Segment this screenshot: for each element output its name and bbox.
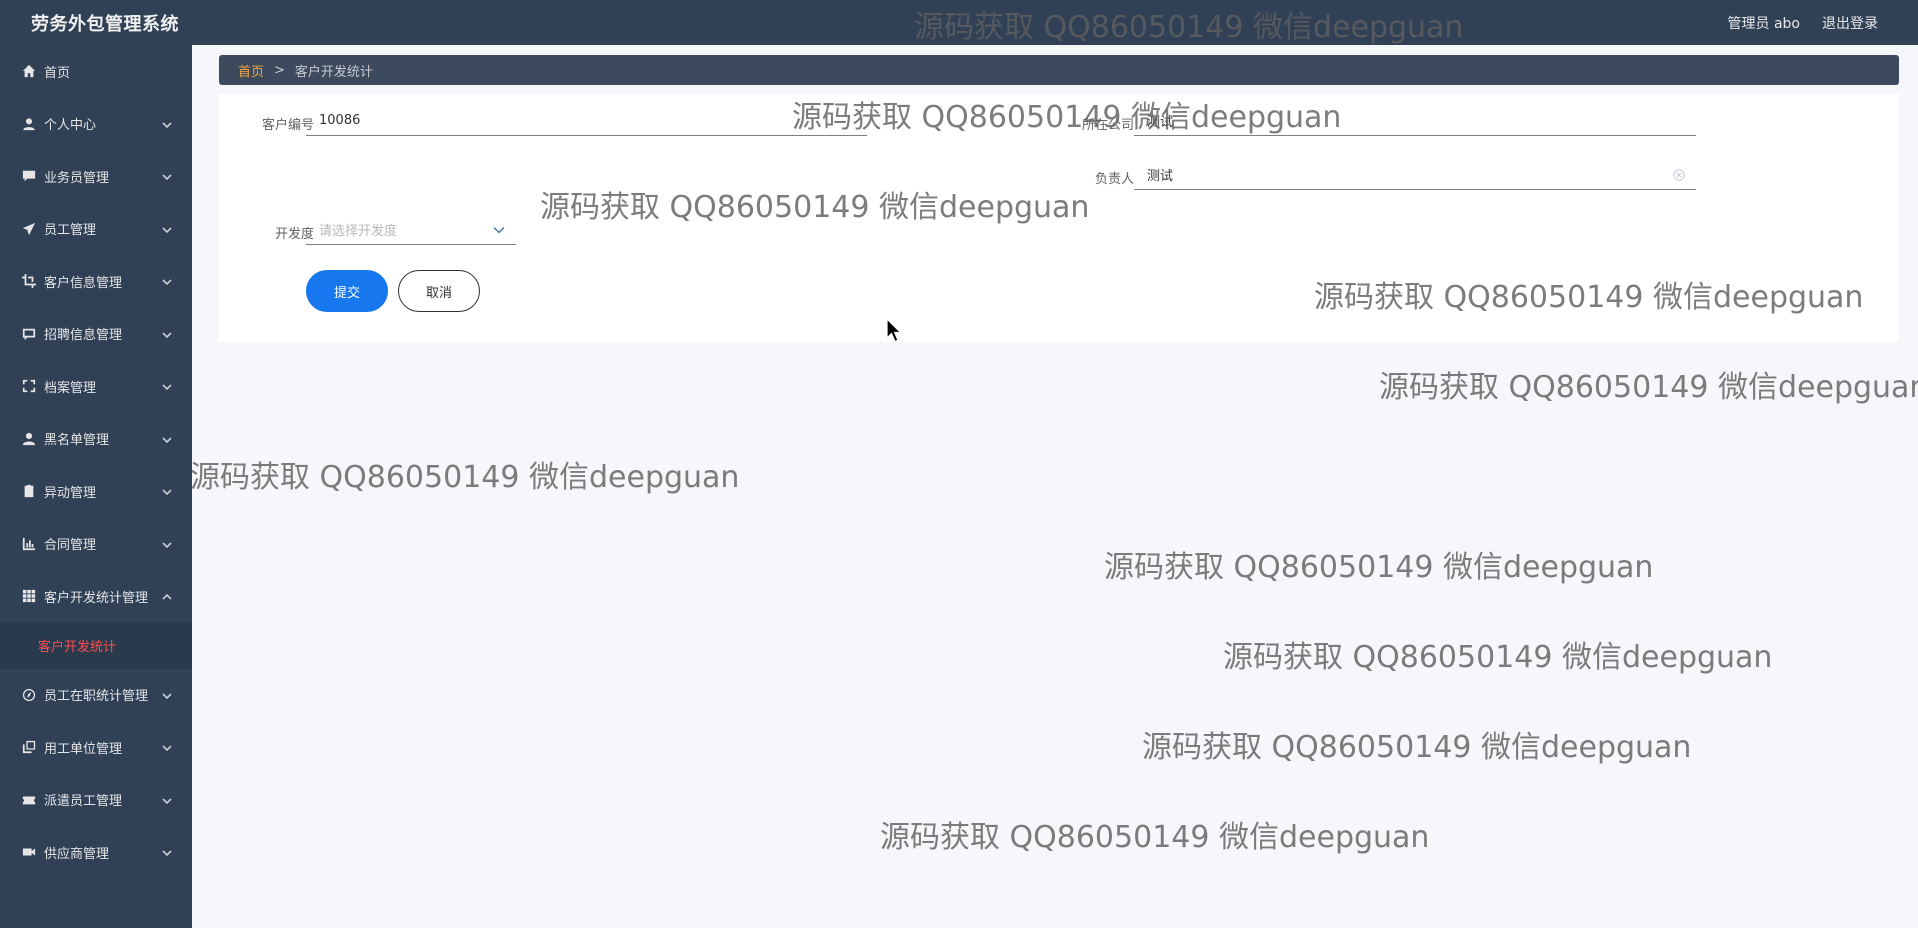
dev-degree-placeholder: 请选择开发度: [319, 224, 398, 239]
user-icon: [22, 117, 36, 131]
breadcrumb-separator: >: [274, 62, 285, 78]
chevron-down-icon: [162, 171, 172, 181]
dev-degree-select[interactable]: 请选择开发度: [306, 215, 516, 245]
sidebar-item-label: 供应商管理: [44, 846, 110, 862]
sidebar-item-label: 业务员管理: [44, 170, 110, 186]
clear-circle-icon[interactable]: [1672, 168, 1686, 182]
watermark-text: 源码获取 QQ86050149 微信deepguan: [1223, 640, 1773, 675]
mouse-cursor-icon: [886, 318, 902, 343]
sidebar-item-contract[interactable]: 合同管理: [0, 518, 192, 571]
sidebar-item-salesman[interactable]: 业务员管理: [0, 150, 192, 203]
chevron-down-icon: [162, 329, 172, 339]
breadcrumb-home-link[interactable]: 首页: [238, 61, 264, 80]
sidebar-item-dispatch[interactable]: 派遣员工管理: [0, 774, 192, 827]
sidebar-item-label: 员工在职统计管理: [44, 689, 149, 705]
sidebar-subitem-customer-dev-stats[interactable]: 客户开发统计: [0, 622, 192, 669]
sidebar-item-label: 员工管理: [44, 223, 97, 239]
sidebar-item-label: 首页: [44, 65, 71, 81]
sidebar-item-employee[interactable]: 员工管理: [0, 203, 192, 256]
chat-icon: [22, 169, 36, 183]
watermark-text: 源码获取 QQ86050149 微信deepguan: [1379, 370, 1918, 405]
watermark-text: 源码获取 QQ86050149 微信deepguan: [190, 460, 740, 495]
top-right-actions: 管理员 abo 退出登录: [1728, 13, 1878, 33]
customer-dev-form: 客户编号 10086 所在公司 测试 负责人 测试 开发度 请选择开发度 提交 …: [219, 94, 1899, 342]
chevron-down-icon: [162, 742, 172, 752]
dev-degree-label: 开发度: [274, 227, 314, 242]
customer-no-field[interactable]: 10086: [306, 106, 867, 136]
chevron-down-icon: [162, 224, 172, 234]
crop-icon: [22, 274, 36, 289]
sidebar-item-employer-unit[interactable]: 用工单位管理: [0, 721, 192, 774]
sidebar-item-label: 个人中心: [44, 118, 97, 134]
sidebar-item-label: 合同管理: [44, 538, 97, 554]
chevron-down-icon: [492, 223, 506, 237]
breadcrumb: 首页 > 客户开发统计: [219, 55, 1899, 85]
chevron-up-icon: [162, 591, 172, 601]
chevron-down-icon: [162, 539, 172, 549]
copy-icon: [22, 740, 36, 754]
owner-field[interactable]: 测试: [1134, 160, 1696, 190]
person-icon: [22, 432, 36, 446]
submit-button[interactable]: 提交: [306, 270, 388, 312]
sidebar-item-archive[interactable]: 档案管理: [0, 360, 192, 413]
send-icon: [22, 222, 36, 236]
chevron-down-icon: [162, 276, 172, 286]
sidebar-item-label: 用工单位管理: [44, 741, 123, 757]
home-icon: [22, 64, 36, 78]
chevron-down-icon: [162, 434, 172, 444]
owner-value: 测试: [1147, 169, 1174, 184]
sidebar-item-label: 客户信息管理: [44, 275, 123, 291]
sidebar-item-personal-center[interactable]: 个人中心: [0, 98, 192, 151]
cancel-button[interactable]: 取消: [398, 270, 480, 312]
chevron-down-icon: [162, 795, 172, 805]
sidebar-item-employee-stats[interactable]: 员工在职统计管理: [0, 669, 192, 722]
clipboard-icon: [22, 484, 36, 498]
grid-icon: [22, 589, 36, 603]
sidebar-item-label: 客户开发统计管理: [44, 590, 149, 606]
chevron-down-icon: [162, 381, 172, 391]
camera-icon: [22, 845, 36, 859]
breadcrumb-current: 客户开发统计: [294, 64, 373, 80]
sidebar-item-customer-dev-stats[interactable]: 客户开发统计管理: [0, 570, 192, 623]
watermark-text: 源码获取 QQ86050149 微信deepguan: [880, 820, 1430, 855]
chevron-down-icon: [162, 690, 172, 700]
sidebar-item-label: 招聘信息管理: [44, 328, 123, 344]
sidebar-item-customer-info[interactable]: 客户信息管理: [0, 255, 192, 308]
sidebar-nav: 首页 个人中心 业务员管理 员工管理 客户信息管理 招聘信息管理 档案管理 黑名…: [0, 45, 192, 928]
sidebar-item-home[interactable]: 首页: [0, 45, 192, 98]
watermark-text: 源码获取 QQ86050149 微信deepguan: [1104, 550, 1654, 585]
company-field[interactable]: 测试: [1134, 106, 1696, 136]
chevron-down-icon: [162, 119, 172, 129]
customer-no-label: 客户编号: [261, 118, 314, 133]
sidebar-item-label: 档案管理: [44, 380, 97, 396]
logout-link[interactable]: 退出登录: [1822, 13, 1878, 33]
sidebar-item-label: 黑名单管理: [44, 433, 110, 449]
top-header-bar: 劳务外包管理系统 管理员 abo 退出登录: [0, 0, 1918, 45]
sidebar-item-label: 异动管理: [44, 485, 97, 501]
sidebar-item-supplier[interactable]: 供应商管理: [0, 826, 192, 879]
app-title: 劳务外包管理系统: [31, 14, 179, 35]
sidebar-item-blacklist[interactable]: 黑名单管理: [0, 413, 192, 466]
ticket-icon: [22, 793, 36, 807]
message-icon: [22, 327, 36, 341]
company-label: 所在公司: [1081, 118, 1134, 133]
compass-icon: [22, 688, 36, 702]
current-user-label[interactable]: 管理员 abo: [1728, 13, 1800, 33]
chart-icon: [22, 537, 36, 551]
watermark-text: 源码获取 QQ86050149 微信deepguan: [1142, 730, 1692, 765]
sidebar-item-transfer[interactable]: 异动管理: [0, 465, 192, 518]
chevron-down-icon: [162, 847, 172, 857]
fullscreen-icon: [22, 379, 36, 393]
sidebar-subitem-label: 客户开发统计: [38, 640, 117, 655]
owner-label: 负责人: [1094, 172, 1134, 187]
sidebar-item-label: 派遣员工管理: [44, 794, 123, 810]
chevron-down-icon: [162, 486, 172, 496]
sidebar-item-recruitment[interactable]: 招聘信息管理: [0, 308, 192, 361]
